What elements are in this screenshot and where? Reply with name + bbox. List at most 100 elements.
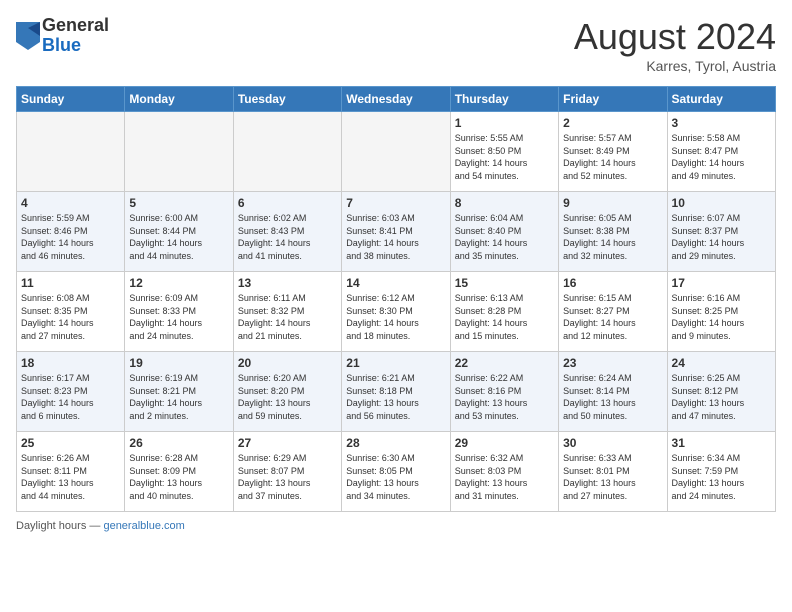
day-info: Sunrise: 6:30 AMSunset: 8:05 PMDaylight:… bbox=[346, 452, 445, 502]
day-number: 9 bbox=[563, 196, 662, 210]
day-info: Sunrise: 6:12 AMSunset: 8:30 PMDaylight:… bbox=[346, 292, 445, 342]
day-info: Sunrise: 6:08 AMSunset: 8:35 PMDaylight:… bbox=[21, 292, 120, 342]
day-number: 11 bbox=[21, 276, 120, 290]
calendar-day: 12 Sunrise: 6:09 AMSunset: 8:33 PMDayligh… bbox=[125, 272, 233, 352]
day-number: 12 bbox=[129, 276, 228, 290]
day-number: 13 bbox=[238, 276, 337, 290]
footer-link[interactable]: generalblue.com bbox=[103, 520, 184, 532]
calendar-day: 5 Sunrise: 6:00 AMSunset: 8:44 PMDaylight… bbox=[125, 192, 233, 272]
day-header-wednesday: Wednesday bbox=[342, 87, 450, 112]
day-info: Sunrise: 6:34 AMSunset: 7:59 PMDaylight:… bbox=[672, 452, 771, 502]
day-number: 5 bbox=[129, 196, 228, 210]
day-info: Sunrise: 6:05 AMSunset: 8:38 PMDaylight:… bbox=[563, 212, 662, 262]
week-row-2: 4Sunrise: 5:59 AMSunset: 8:46 PMDaylight… bbox=[17, 192, 776, 272]
day-header-tuesday: Tuesday bbox=[233, 87, 341, 112]
calendar-day: 2 Sunrise: 5:57 AMSunset: 8:49 PMDaylight… bbox=[559, 112, 667, 192]
day-info: Sunrise: 6:21 AMSunset: 8:18 PMDaylight:… bbox=[346, 372, 445, 422]
day-number: 1 bbox=[455, 116, 554, 130]
week-row-1: 1Sunrise: 5:55 AMSunset: 8:50 PMDaylight… bbox=[17, 112, 776, 192]
day-info: Sunrise: 6:25 AMSunset: 8:12 PMDaylight:… bbox=[672, 372, 771, 422]
day-number: 19 bbox=[129, 356, 228, 370]
day-info: Sunrise: 6:20 AMSunset: 8:20 PMDaylight:… bbox=[238, 372, 337, 422]
day-header-friday: Friday bbox=[559, 87, 667, 112]
day-number: 25 bbox=[21, 436, 120, 450]
day-info: Sunrise: 6:22 AMSunset: 8:16 PMDaylight:… bbox=[455, 372, 554, 422]
day-number: 2 bbox=[563, 116, 662, 130]
day-header-saturday: Saturday bbox=[667, 87, 775, 112]
logo-blue-text: Blue bbox=[42, 35, 81, 55]
day-number: 16 bbox=[563, 276, 662, 290]
calendar-day: 23 Sunrise: 6:24 AMSunset: 8:14 PMDayligh… bbox=[559, 352, 667, 432]
calendar-day: 25Sunrise: 6:26 AMSunset: 8:11 PMDayligh… bbox=[17, 432, 125, 512]
logo-icon bbox=[16, 22, 40, 50]
day-info: Sunrise: 6:13 AMSunset: 8:28 PMDaylight:… bbox=[455, 292, 554, 342]
day-number: 30 bbox=[563, 436, 662, 450]
day-header-sunday: Sunday bbox=[17, 87, 125, 112]
footer-note: Daylight hours — generalblue.com bbox=[16, 520, 776, 532]
day-info: Sunrise: 6:03 AMSunset: 8:41 PMDaylight:… bbox=[346, 212, 445, 262]
day-number: 23 bbox=[563, 356, 662, 370]
logo-general-text: General bbox=[42, 15, 109, 35]
day-number: 26 bbox=[129, 436, 228, 450]
day-number: 31 bbox=[672, 436, 771, 450]
day-number: 4 bbox=[21, 196, 120, 210]
week-row-3: 11 Sunrise: 6:08 AMSunset: 8:35 PMDayligh… bbox=[17, 272, 776, 352]
calendar-day: 20Sunrise: 6:20 AMSunset: 8:20 PMDayligh… bbox=[233, 352, 341, 432]
calendar-day bbox=[233, 112, 341, 192]
day-info: Sunrise: 6:04 AMSunset: 8:40 PMDaylight:… bbox=[455, 212, 554, 262]
day-info: Sunrise: 6:33 AMSunset: 8:01 PMDaylight:… bbox=[563, 452, 662, 502]
calendar-day: 10 Sunrise: 6:07 AMSunset: 8:37 PMDayligh… bbox=[667, 192, 775, 272]
day-number: 6 bbox=[238, 196, 337, 210]
day-header-monday: Monday bbox=[125, 87, 233, 112]
day-number: 22 bbox=[455, 356, 554, 370]
calendar-day: 15 Sunrise: 6:13 AMSunset: 8:28 PMDayligh… bbox=[450, 272, 558, 352]
day-info: Sunrise: 6:09 AMSunset: 8:33 PMDaylight:… bbox=[129, 292, 228, 342]
day-info: Sunrise: 6:29 AMSunset: 8:07 PMDaylight:… bbox=[238, 452, 337, 502]
day-info: Sunrise: 6:24 AMSunset: 8:14 PMDaylight:… bbox=[563, 372, 662, 422]
day-number: 18 bbox=[21, 356, 120, 370]
location: Karres, Tyrol, Austria bbox=[574, 58, 776, 74]
footer-text: Daylight hours bbox=[16, 520, 86, 532]
calendar-day: 17 Sunrise: 6:16 AMSunset: 8:25 PMDayligh… bbox=[667, 272, 775, 352]
calendar-day: 16Sunrise: 6:15 AMSunset: 8:27 PMDayligh… bbox=[559, 272, 667, 352]
calendar-table: SundayMondayTuesdayWednesdayThursdayFrid… bbox=[16, 86, 776, 512]
day-info: Sunrise: 6:16 AMSunset: 8:25 PMDaylight:… bbox=[672, 292, 771, 342]
day-number: 10 bbox=[672, 196, 771, 210]
day-number: 17 bbox=[672, 276, 771, 290]
day-number: 24 bbox=[672, 356, 771, 370]
calendar-day: 3 Sunrise: 5:58 AMSunset: 8:47 PMDaylight… bbox=[667, 112, 775, 192]
day-number: 29 bbox=[455, 436, 554, 450]
calendar-day: 30 Sunrise: 6:33 AMSunset: 8:01 PMDayligh… bbox=[559, 432, 667, 512]
calendar-day: 26Sunrise: 6:28 AMSunset: 8:09 PMDayligh… bbox=[125, 432, 233, 512]
day-number: 15 bbox=[455, 276, 554, 290]
calendar-day: 28Sunrise: 6:30 AMSunset: 8:05 PMDayligh… bbox=[342, 432, 450, 512]
logo: General Blue bbox=[16, 16, 109, 56]
calendar-day bbox=[342, 112, 450, 192]
calendar-day: 11 Sunrise: 6:08 AMSunset: 8:35 PMDayligh… bbox=[17, 272, 125, 352]
day-info: Sunrise: 5:57 AMSunset: 8:49 PMDaylight:… bbox=[563, 132, 662, 182]
calendar-day bbox=[125, 112, 233, 192]
day-info: Sunrise: 5:58 AMSunset: 8:47 PMDaylight:… bbox=[672, 132, 771, 182]
calendar-day: 24 Sunrise: 6:25 AMSunset: 8:12 PMDayligh… bbox=[667, 352, 775, 432]
title-area: August 2024 Karres, Tyrol, Austria bbox=[574, 16, 776, 74]
day-number: 7 bbox=[346, 196, 445, 210]
calendar-day: 21Sunrise: 6:21 AMSunset: 8:18 PMDayligh… bbox=[342, 352, 450, 432]
calendar-day: 18Sunrise: 6:17 AMSunset: 8:23 PMDayligh… bbox=[17, 352, 125, 432]
day-number: 3 bbox=[672, 116, 771, 130]
calendar-day: 22 Sunrise: 6:22 AMSunset: 8:16 PMDayligh… bbox=[450, 352, 558, 432]
calendar-day: 27Sunrise: 6:29 AMSunset: 8:07 PMDayligh… bbox=[233, 432, 341, 512]
day-info: Sunrise: 6:00 AMSunset: 8:44 PMDaylight:… bbox=[129, 212, 228, 262]
calendar-day: 19 Sunrise: 6:19 AMSunset: 8:21 PMDayligh… bbox=[125, 352, 233, 432]
calendar-day: 6Sunrise: 6:02 AMSunset: 8:43 PMDaylight… bbox=[233, 192, 341, 272]
day-info: Sunrise: 6:07 AMSunset: 8:37 PMDaylight:… bbox=[672, 212, 771, 262]
calendar-day: 29Sunrise: 6:32 AMSunset: 8:03 PMDayligh… bbox=[450, 432, 558, 512]
calendar-day: 8 Sunrise: 6:04 AMSunset: 8:40 PMDaylight… bbox=[450, 192, 558, 272]
calendar-day: 9 Sunrise: 6:05 AMSunset: 8:38 PMDaylight… bbox=[559, 192, 667, 272]
day-number: 8 bbox=[455, 196, 554, 210]
day-info: Sunrise: 6:19 AMSunset: 8:21 PMDaylight:… bbox=[129, 372, 228, 422]
calendar-day: 4Sunrise: 5:59 AMSunset: 8:46 PMDaylight… bbox=[17, 192, 125, 272]
calendar-day: 13Sunrise: 6:11 AMSunset: 8:32 PMDayligh… bbox=[233, 272, 341, 352]
day-number: 14 bbox=[346, 276, 445, 290]
days-header-row: SundayMondayTuesdayWednesdayThursdayFrid… bbox=[17, 87, 776, 112]
calendar-day: 31 Sunrise: 6:34 AMSunset: 7:59 PMDayligh… bbox=[667, 432, 775, 512]
